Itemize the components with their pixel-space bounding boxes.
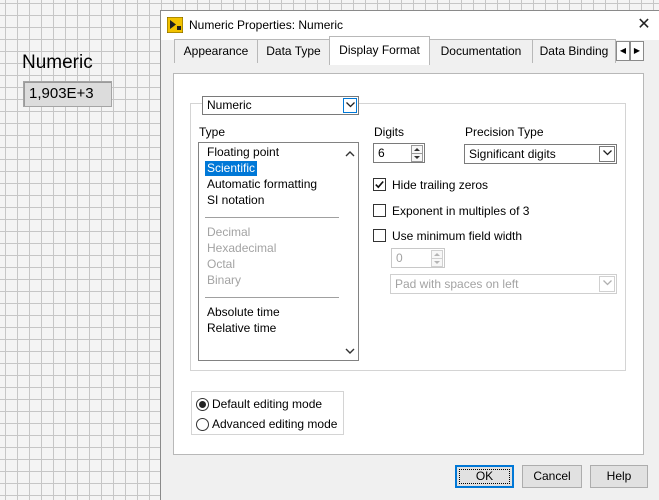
type-label: Type — [199, 125, 226, 139]
radio-dot — [199, 401, 206, 408]
min-field-width-value: 0 — [396, 251, 403, 265]
list-item[interactable]: SI notation — [205, 193, 266, 208]
list-item[interactable]: Relative time — [205, 321, 278, 336]
chevron-down-icon[interactable] — [343, 98, 357, 113]
format-select-value: Numeric — [207, 98, 252, 112]
checkmark-icon — [375, 180, 384, 189]
advanced-editing-label[interactable]: Advanced editing mode — [212, 417, 337, 431]
ok-label: OK — [475, 469, 494, 483]
advanced-editing-radio[interactable] — [196, 418, 209, 431]
precision-type-label: Precision Type — [465, 125, 544, 139]
padding-value: Pad with spaces on left — [395, 277, 519, 291]
precision-type-select[interactable]: Significant digits — [464, 144, 617, 164]
format-select[interactable]: Numeric — [202, 96, 359, 115]
list-item: Octal — [207, 257, 236, 271]
list-item[interactable]: Scientific — [205, 161, 258, 176]
exponent-multiples-checkbox[interactable] — [373, 204, 386, 217]
digits-value: 6 — [378, 146, 385, 160]
hide-trailing-zeros-checkbox[interactable] — [373, 178, 386, 191]
list-item: Binary — [207, 273, 242, 287]
list-item[interactable]: Floating point — [205, 145, 281, 160]
decrement-icon[interactable] — [411, 153, 423, 162]
padding-select: Pad with spaces on left — [390, 274, 617, 294]
precision-type-value: Significant digits — [469, 147, 556, 161]
chevron-down-icon — [599, 276, 615, 292]
exponent-multiples-label[interactable]: Exponent in multiples of 3 — [392, 204, 529, 218]
hide-trailing-zeros-label[interactable]: Hide trailing zeros — [392, 178, 488, 192]
cancel-button[interactable]: Cancel — [522, 465, 582, 488]
list-item[interactable]: Automatic formatting — [205, 177, 319, 192]
scroll-down-icon[interactable] — [344, 345, 356, 357]
digits-label: Digits — [374, 125, 405, 139]
ok-button[interactable]: OK — [455, 465, 514, 488]
digits-stepper[interactable]: 6 — [373, 143, 425, 163]
list-separator — [205, 297, 339, 298]
chevron-down-icon[interactable] — [599, 146, 615, 162]
list-separator — [205, 217, 339, 218]
type-listbox[interactable]: Floating point Scientific Automatic form… — [198, 142, 359, 361]
scroll-up-icon[interactable] — [344, 148, 356, 160]
default-editing-radio[interactable] — [196, 398, 209, 411]
default-editing-label[interactable]: Default editing mode — [212, 397, 322, 411]
min-field-width-stepper: 0 — [391, 248, 445, 268]
list-item[interactable]: Absolute time — [205, 305, 282, 320]
decrement-icon — [431, 258, 443, 267]
use-min-field-width-label[interactable]: Use minimum field width — [392, 229, 522, 243]
list-item: Hexadecimal — [207, 241, 277, 255]
list-item: Decimal — [207, 225, 251, 239]
help-button[interactable]: Help — [590, 465, 648, 488]
use-min-field-width-checkbox[interactable] — [373, 229, 386, 242]
